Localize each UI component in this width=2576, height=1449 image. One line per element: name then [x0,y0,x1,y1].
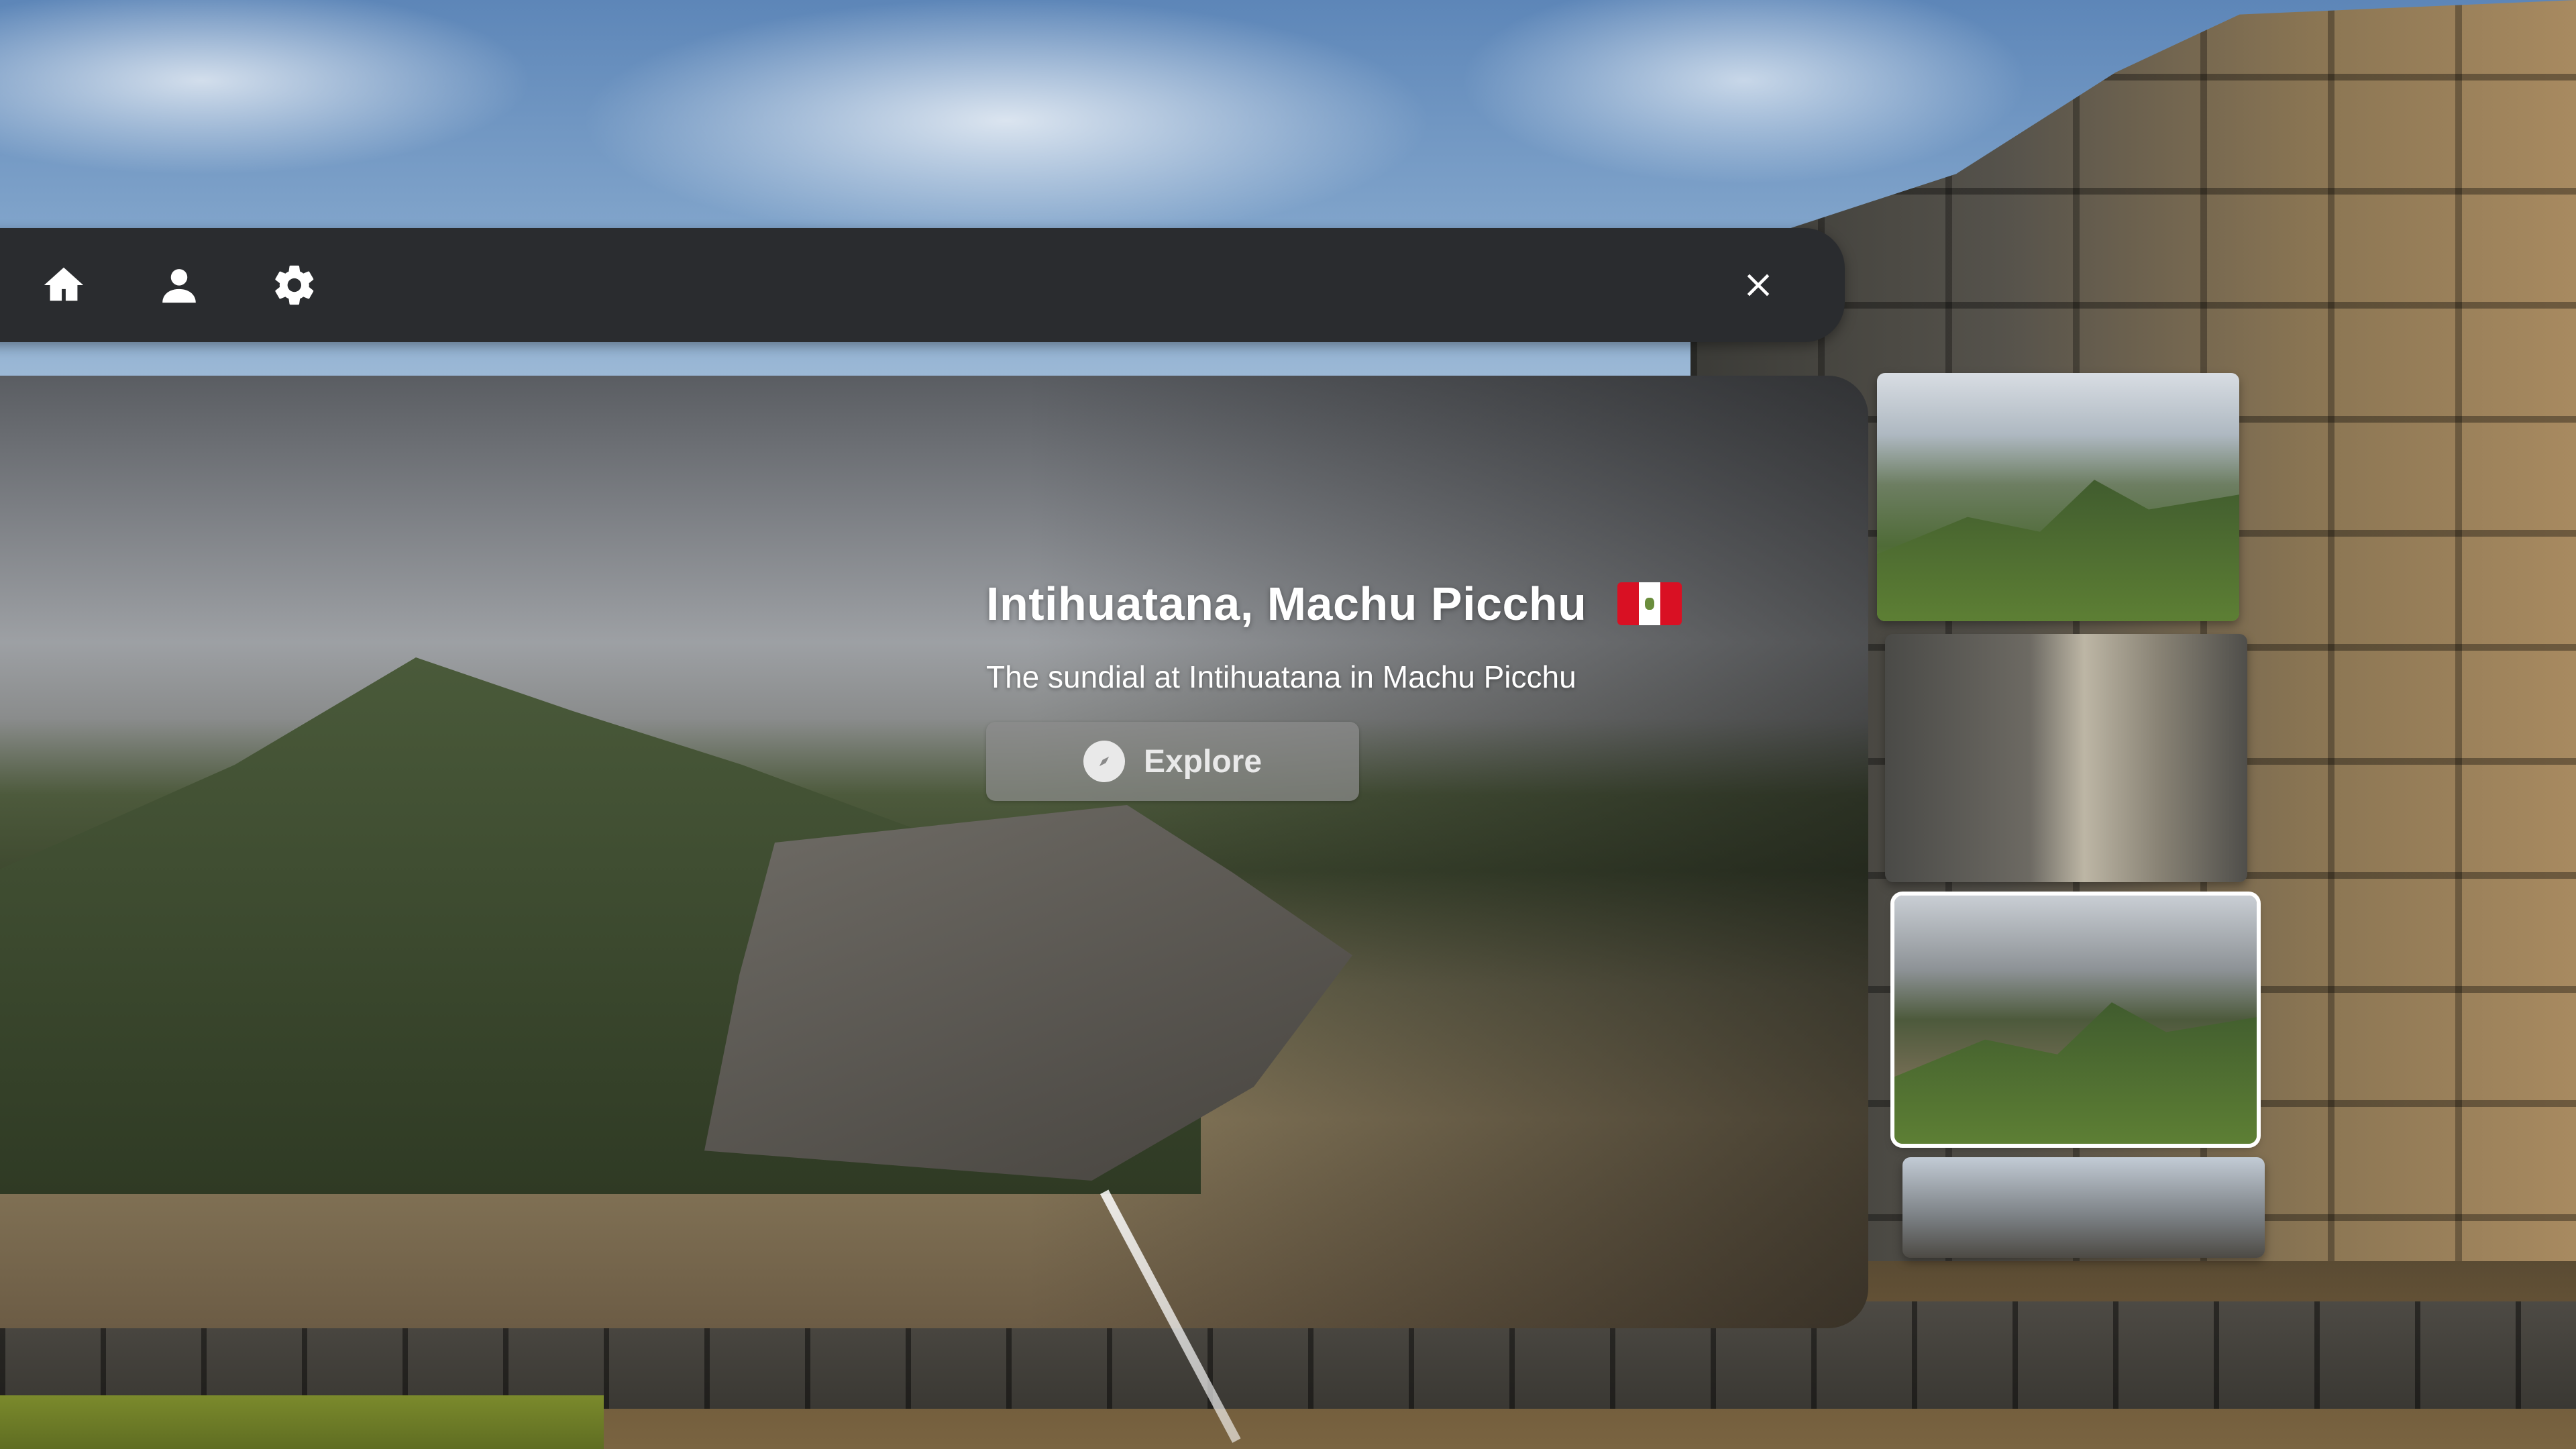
hero-panel: Intihuatana, Machu Picchu The sundial at… [0,376,1868,1328]
explore-button-label: Explore [1143,743,1263,780]
hero-content: Intihuatana, Machu Picchu The sundial at… [986,577,1744,801]
environment-grass [0,1395,604,1449]
home-icon[interactable] [39,260,89,310]
hero-subtitle: The sundial at Intihuatana in Machu Picc… [986,659,1576,694]
thumbnail-intihuatana-selected[interactable] [1890,892,2261,1148]
thumbnail-ruins[interactable] [1902,1157,2265,1258]
person-icon[interactable] [154,260,204,310]
peru-flag-icon [1617,582,1682,625]
thumbnail-stone-steps[interactable] [1885,634,2247,882]
thumbnail-machu-picchu[interactable] [1877,373,2239,621]
hero-image-sundial [704,805,1352,1181]
page-title: Intihuatana, Machu Picchu [986,578,1587,630]
explore-button[interactable]: Explore [986,722,1359,801]
hero-title-row: Intihuatana, Machu Picchu [986,577,1744,631]
top-toolbar [0,228,1845,342]
gear-icon[interactable] [270,260,319,310]
thumbnail-image [1894,1002,2257,1144]
thumbnail-image [1877,480,2239,621]
compass-icon [1083,741,1125,782]
close-icon[interactable] [1733,260,1783,310]
